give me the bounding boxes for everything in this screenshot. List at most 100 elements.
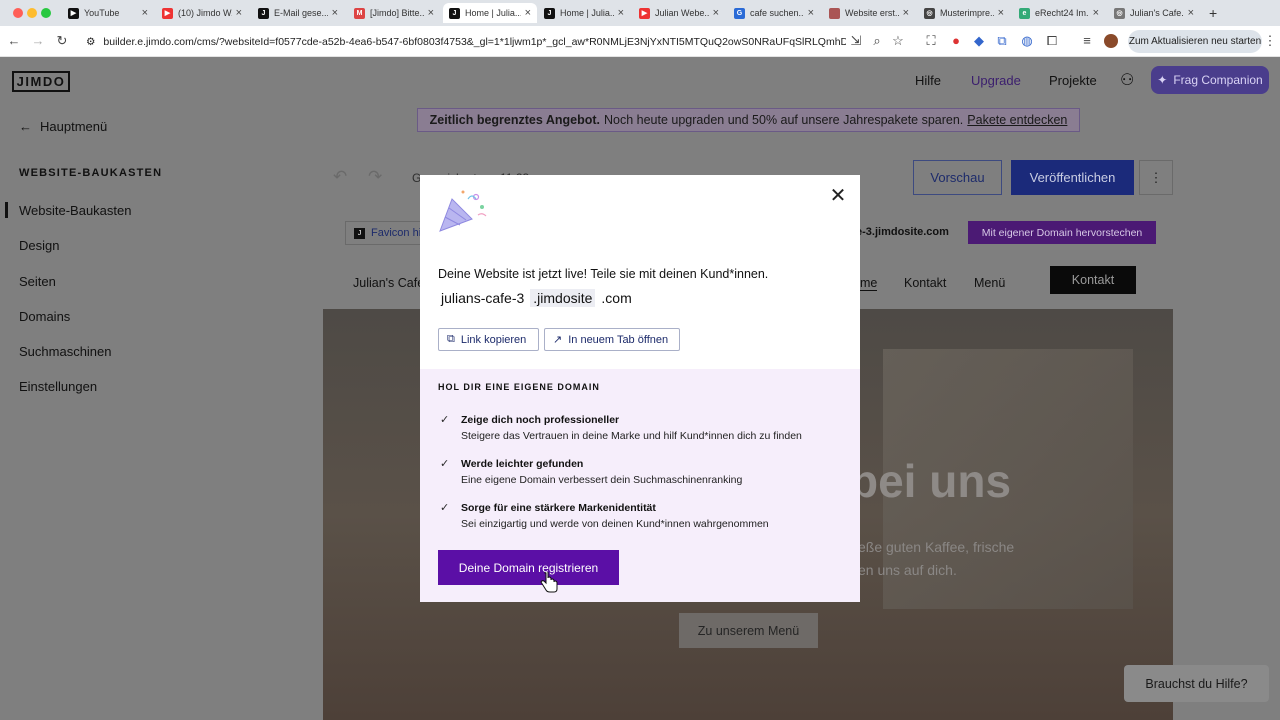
sidebar-item-website-builder[interactable]: Website-Baukasten [19, 203, 132, 218]
menu-button[interactable]: Zu unserem Menü [679, 613, 818, 648]
close-tab-icon[interactable]: × [428, 7, 434, 19]
browser-tab[interactable]: ▶ Julian Webe... × [633, 3, 725, 23]
promo-text: Noch heute upgraden und 50% auf unsere J… [604, 113, 964, 127]
browser-tab[interactable]: Website erst... × [823, 3, 915, 23]
jimdo-logo[interactable]: JIMDO [12, 71, 70, 92]
extension-icon[interactable]: ◍ [1019, 33, 1035, 49]
own-domain-button[interactable]: Mit eigener Domain hervorstechen [968, 221, 1156, 244]
extension-icon[interactable]: ◆ [971, 33, 987, 49]
jimdo-icon: J [544, 7, 555, 19]
forward-icon[interactable]: → [30, 33, 46, 48]
external-link-icon: ↗ [553, 334, 563, 346]
tab-search-icon[interactable]: ≡ [1079, 33, 1095, 48]
browser-toolbar: ← → ↻ ⚙ builder.e.jimdo.com/cms/?website… [0, 26, 1280, 57]
google-icon: G [734, 7, 745, 19]
feature-desc: Sei einzigartig und werde von deinen Kun… [461, 518, 769, 530]
publish-success-dialog: ✕ Deine Website ist jetzt live! Teile si… [420, 175, 860, 602]
browser-tab[interactable]: ▶ (10) Jimdo W... × [156, 3, 248, 23]
open-new-tab-button[interactable]: ↗ In neuem Tab öffnen [544, 328, 680, 351]
user-icon[interactable]: ⚇ [1120, 70, 1134, 90]
browser-tab[interactable]: J E-Mail gese... × [252, 3, 344, 23]
close-tab-icon[interactable]: × [998, 7, 1004, 19]
party-popper-icon [439, 190, 487, 232]
more-menu-icon[interactable]: ⋮ [1262, 33, 1278, 49]
redo-icon[interactable]: ↷ [368, 167, 382, 187]
site-settings-icon[interactable]: ⚙ [86, 36, 95, 48]
update-restart-button[interactable]: Zum Aktualisieren neu starten [1128, 30, 1262, 53]
live-message: Deine Website ist jetzt live! Teile sie … [438, 267, 769, 281]
close-tab-icon[interactable]: × [618, 7, 624, 19]
more-options-button[interactable]: ⋮ [1139, 160, 1173, 195]
install-icon[interactable]: ⇲ [848, 33, 864, 49]
close-tab-icon[interactable]: × [1093, 7, 1099, 19]
close-tab-icon[interactable]: × [142, 7, 148, 19]
site-contact-button[interactable]: Kontakt [1050, 266, 1136, 294]
browser-tab[interactable]: ◎ Musterimpre... × [918, 3, 1010, 23]
sidebar-item-pages[interactable]: Seiten [19, 274, 56, 289]
browser-tab[interactable]: e eRecht24 Im... × [1013, 3, 1105, 23]
browser-tab-active[interactable]: J Home | Julia... × [443, 3, 537, 23]
bookmark-star-icon[interactable]: ☆ [890, 33, 906, 49]
close-tab-icon[interactable]: × [525, 7, 531, 19]
zoom-window-button[interactable] [41, 8, 51, 18]
minimize-window-button[interactable] [27, 8, 37, 18]
close-tab-icon[interactable]: × [903, 7, 909, 19]
browser-tab[interactable]: ▶ YouTube × [62, 3, 154, 23]
screenshot-icon[interactable]: ⛶ [923, 33, 939, 49]
hero-subtitle-1: eße guten Kaffee, frische [858, 539, 1015, 555]
reload-icon[interactable]: ↻ [54, 33, 70, 49]
open-tab-label: In neuem Tab öffnen [568, 333, 669, 346]
close-tab-icon[interactable]: × [1188, 7, 1194, 19]
close-tab-icon[interactable]: × [236, 7, 242, 19]
translate-icon[interactable]: ⧉ [994, 33, 1010, 49]
avatar[interactable] [1104, 34, 1118, 48]
nav-help[interactable]: Hilfe [915, 73, 941, 88]
nav-projects[interactable]: Projekte [1049, 73, 1097, 88]
browser-tab[interactable]: G cafe suchen... × [728, 3, 820, 23]
help-button[interactable]: Brauchst du Hilfe? [1124, 665, 1269, 702]
youtube-icon: ▶ [68, 7, 79, 19]
sidebar-item-settings[interactable]: Einstellungen [19, 379, 97, 394]
site-name[interactable]: Julian's Café [353, 276, 424, 290]
feature-title: Zeige dich noch professioneller [461, 414, 620, 426]
extension-icon[interactable]: ● [948, 33, 964, 48]
site-nav-menu[interactable]: Menü [974, 276, 1005, 290]
close-window-button[interactable] [13, 8, 23, 18]
feature-desc: Eine eigene Domain verbessert dein Suchm… [461, 474, 743, 486]
close-tab-icon[interactable]: × [332, 7, 338, 19]
site-domain-label: e-3.jimdosite.com [856, 226, 949, 238]
dialog-upper: ✕ Deine Website ist jetzt live! Teile si… [420, 175, 860, 369]
hero-title: bei uns [850, 455, 1012, 507]
site-nav-home[interactable]: me [860, 276, 878, 291]
tab-label: Website erst... [845, 8, 899, 18]
sidebar-item-domains[interactable]: Domains [19, 309, 70, 324]
register-domain-button[interactable]: Deine Domain registrieren [438, 550, 619, 585]
app-topbar: JIMDO Hilfe Upgrade Projekte ⚇ ✦ Frag Co… [0, 57, 1280, 105]
puzzle-icon[interactable]: ⧠ [1044, 33, 1060, 49]
browser-tab[interactable]: ◎ Julian's Cafe... × [1108, 3, 1200, 23]
close-dialog-button[interactable]: ✕ [829, 186, 847, 206]
sidebar-item-design[interactable]: Design [19, 238, 59, 253]
site-nav-contact[interactable]: Kontakt [904, 276, 946, 290]
browser-tab[interactable]: M [Jimdo] Bitte... × [348, 3, 440, 23]
companion-label: Frag Companion [1173, 73, 1263, 87]
close-tab-icon[interactable]: × [713, 7, 719, 19]
address-bar[interactable]: ⚙ builder.e.jimdo.com/cms/?websiteId=f05… [86, 30, 846, 53]
promo-link[interactable]: Pakete entdecken [967, 113, 1067, 127]
zoom-icon[interactable]: ⌕ [869, 33, 885, 49]
undo-icon[interactable]: ↶ [333, 167, 347, 187]
preview-button[interactable]: Vorschau [913, 160, 1002, 195]
checkmark-icon: ✓ [440, 414, 450, 426]
new-tab-button[interactable]: + [1203, 3, 1223, 23]
close-tab-icon[interactable]: × [808, 7, 814, 19]
back-icon[interactable]: ← [6, 33, 22, 48]
copy-link-button[interactable]: ⧉ Link kopieren [438, 328, 539, 351]
update-label: Zum Aktualisieren neu starten [1128, 36, 1262, 47]
publish-button[interactable]: Veröffentlichen [1011, 160, 1134, 195]
tab-label: YouTube [84, 8, 120, 18]
back-to-main-menu[interactable]: ← Hauptmenü [19, 119, 107, 134]
ask-companion-button[interactable]: ✦ Frag Companion [1151, 66, 1269, 94]
sidebar-item-seo[interactable]: Suchmaschinen [19, 344, 112, 359]
browser-tab[interactable]: J Home | Julia... × [538, 3, 630, 23]
nav-upgrade[interactable]: Upgrade [971, 73, 1021, 88]
